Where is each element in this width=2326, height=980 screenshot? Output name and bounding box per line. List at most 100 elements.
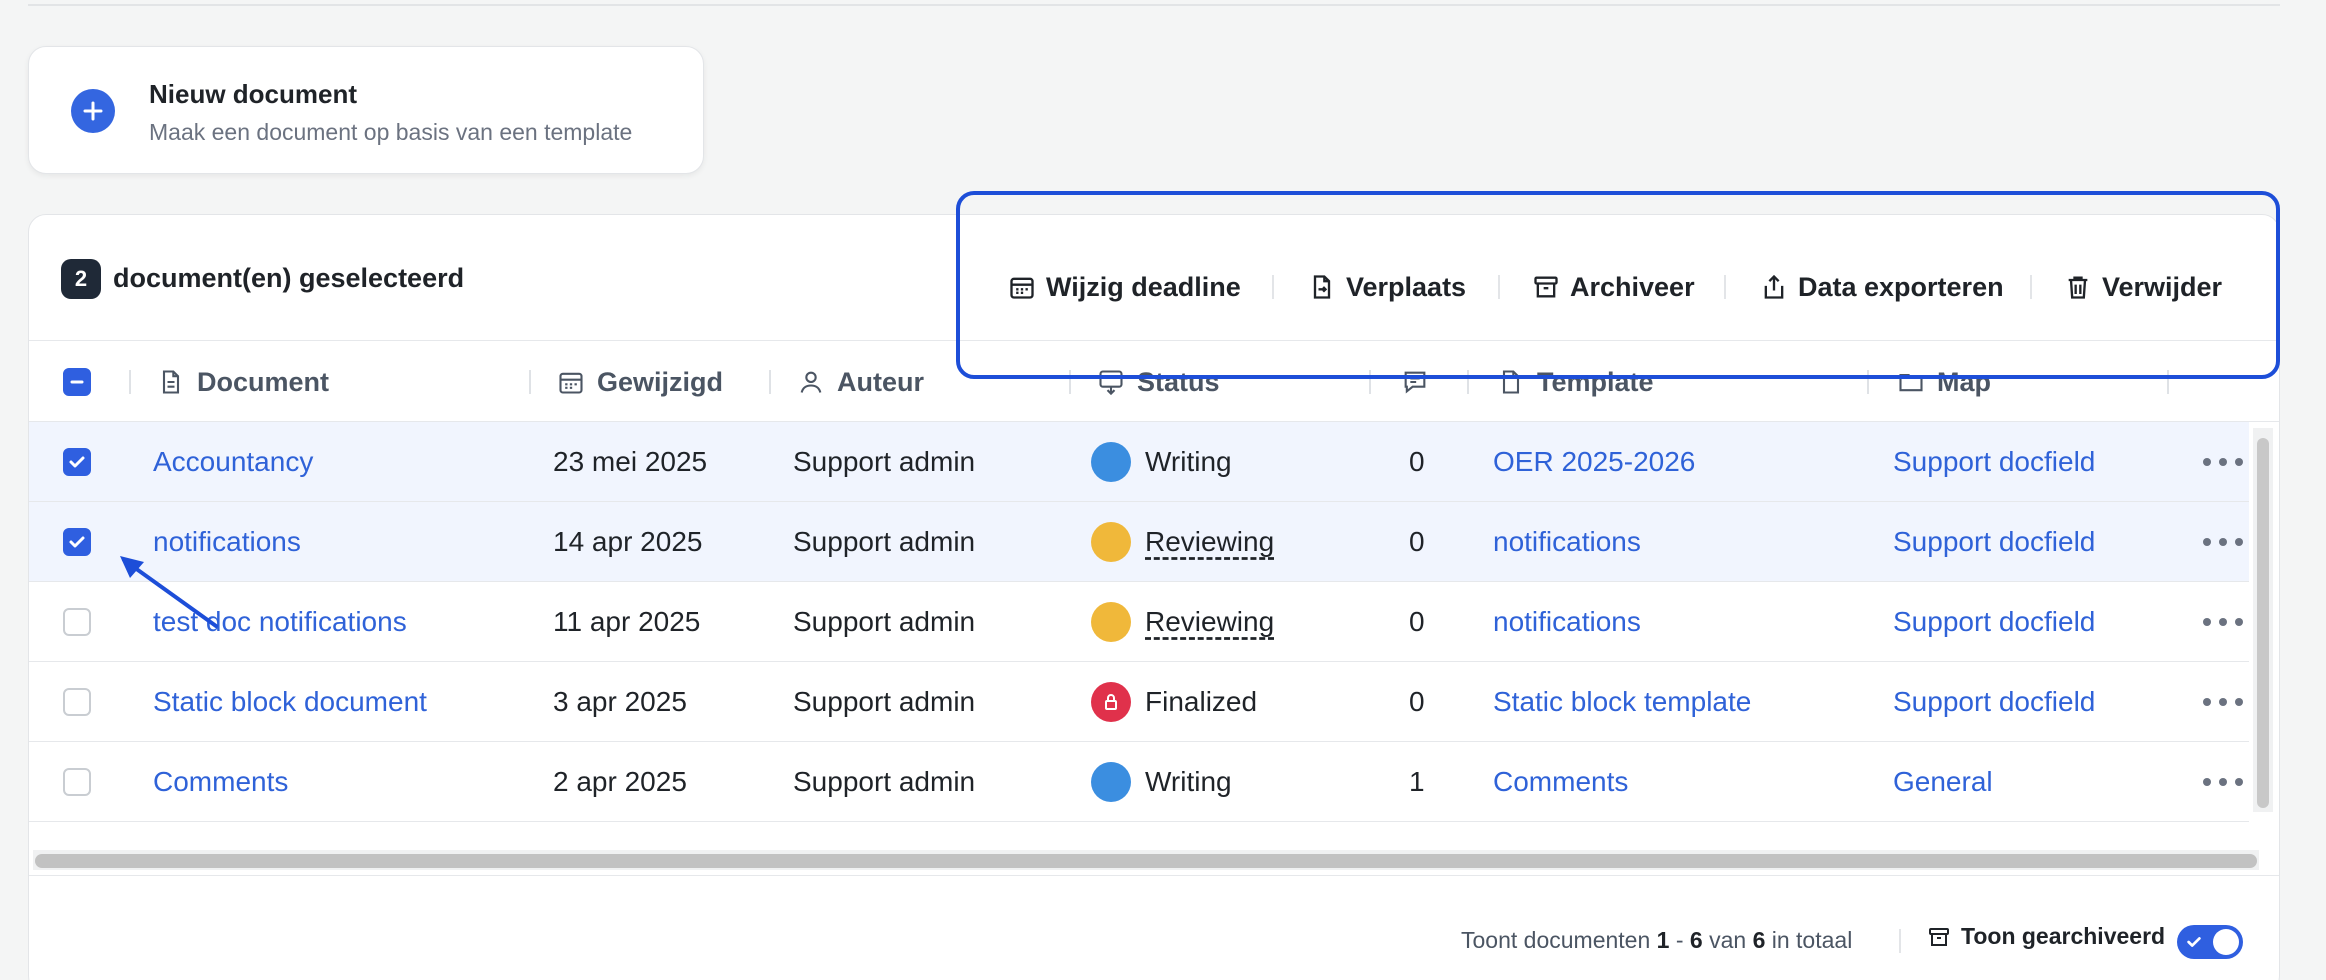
template-link[interactable]: OER 2025-2026	[1493, 422, 1695, 502]
show-archived-text: Toon gearchiveerd	[1961, 923, 2166, 949]
action-separator	[2030, 275, 2032, 299]
footer-separator	[1899, 929, 1901, 953]
trash-icon	[2068, 276, 2088, 299]
show-archived-label: Toon gearchiveerd	[1927, 923, 2165, 950]
modified-date: 23 mei 2025	[553, 446, 708, 477]
author-name: Support admin	[793, 526, 976, 557]
modified-date: 3 apr 2025	[553, 686, 687, 717]
pagination-to: 6	[1689, 927, 1703, 953]
comment-count: 0	[1409, 606, 1425, 637]
modified-date: 2 apr 2025	[553, 766, 687, 797]
show-archived-toggle[interactable]	[2177, 925, 2243, 959]
more-options-icon[interactable]	[2203, 452, 2243, 472]
export-data-button[interactable]: Data exporteren	[1760, 267, 2004, 307]
table-row[interactable]: Accountancy 23 mei 2025 Support admin Writi…	[29, 422, 2249, 502]
comment-count: 1	[1409, 766, 1425, 797]
vertical-scrollbar-thumb[interactable]	[2257, 438, 2269, 808]
table-row[interactable]: test doc notifications 11 apr 2025 Support…	[29, 582, 2249, 662]
document-link[interactable]: Static block document	[153, 662, 427, 742]
horizontal-scrollbar[interactable]	[33, 850, 2259, 870]
more-options-icon[interactable]	[2203, 532, 2243, 552]
selected-count-badge: 2	[61, 259, 101, 299]
document-link[interactable]: Comments	[153, 742, 288, 822]
export-icon	[1764, 274, 1784, 299]
archive-label: Archiveer	[1570, 271, 1695, 302]
template-link[interactable]: Static block template	[1493, 662, 1751, 742]
document-link[interactable]: Accountancy	[153, 422, 313, 502]
modified-date: 14 apr 2025	[553, 526, 703, 557]
template-link[interactable]: Comments	[1493, 742, 1628, 822]
archive-button[interactable]: Archiveer	[1532, 267, 1695, 307]
pagination-of: van	[1709, 927, 1747, 953]
new-document-subtitle: Maak een document op basis van een templ…	[149, 119, 633, 145]
template-link[interactable]: notifications	[1493, 502, 1641, 582]
status-cell: Reviewing	[1091, 582, 1274, 662]
action-separator	[1272, 275, 1274, 299]
status-cell: Writing	[1091, 422, 1232, 502]
status-label: Writing	[1145, 766, 1232, 797]
status-cell: Finalized	[1091, 662, 1257, 742]
move-button[interactable]: Verplaats	[1308, 267, 1466, 307]
row-checkbox[interactable]	[63, 528, 91, 556]
more-options-icon[interactable]	[2203, 692, 2243, 712]
pagination-suffix: in totaal	[1771, 927, 1853, 953]
pagination-total: 6	[1752, 927, 1766, 953]
move-label: Verplaats	[1346, 271, 1467, 302]
modified-date: 11 apr 2025	[553, 606, 701, 637]
template-link[interactable]: notifications	[1493, 582, 1641, 662]
table-row[interactable]: notifications 14 apr 2025 Support admin Rev…	[29, 502, 2249, 582]
pagination-dash: -	[1675, 927, 1684, 953]
more-options-icon[interactable]	[2203, 772, 2243, 792]
column-label-author: Auteur	[837, 366, 924, 397]
column-label-modified: Gewijzigd	[597, 366, 724, 397]
folder-link[interactable]: Support docfield	[1893, 422, 2095, 502]
comment-count: 0	[1409, 526, 1425, 557]
author-name: Support admin	[793, 446, 976, 477]
column-header-modified[interactable]: Gewijzigd	[557, 364, 723, 400]
status-cell: Writing	[1091, 742, 1232, 822]
folder-link[interactable]: General	[1893, 742, 1993, 822]
table-row[interactable]: Comments 2 apr 2025 Support admin Writing 1 C…	[29, 742, 2249, 822]
author-name: Support admin	[793, 766, 976, 797]
row-checkbox[interactable]	[63, 768, 91, 796]
row-checkbox[interactable]	[63, 608, 91, 636]
status-label[interactable]: Reviewing	[1145, 606, 1274, 638]
status-dot-icon	[1091, 762, 1131, 802]
plus-icon	[71, 89, 115, 133]
archive-icon	[1534, 276, 1558, 298]
vertical-scrollbar[interactable]	[2253, 428, 2273, 812]
export-data-label: Data exporteren	[1798, 271, 2004, 302]
delete-button[interactable]: Verwijder	[2064, 267, 2222, 307]
row-checkbox[interactable]	[63, 688, 91, 716]
action-separator	[1724, 275, 1726, 299]
annotation-arrow	[120, 556, 218, 628]
comment-count: 0	[1409, 686, 1425, 717]
status-dot-icon	[1091, 522, 1131, 562]
pagination-prefix: Toont documenten	[1461, 927, 1651, 953]
folder-link[interactable]: Support docfield	[1893, 582, 2095, 662]
file-move-icon	[1313, 275, 1331, 299]
status-label: Finalized	[1145, 686, 1258, 717]
author-name: Support admin	[793, 686, 976, 717]
horizontal-scrollbar-thumb[interactable]	[35, 854, 2257, 868]
top-divider	[28, 4, 2280, 6]
column-header-author[interactable]: Auteur	[797, 364, 924, 400]
new-document-card[interactable]: Nieuw document Maak een document op basi…	[28, 46, 704, 174]
column-divider	[529, 370, 531, 394]
more-options-icon[interactable]	[2203, 612, 2243, 632]
toggle-knob	[2213, 929, 2239, 955]
pagination-summary: Toont documenten 1 - 6 van 6 in totaal	[1461, 927, 1852, 954]
calendar-icon	[559, 372, 583, 394]
change-deadline-button[interactable]: Wijzig deadline	[1008, 267, 1241, 307]
table-row[interactable]: Static block document 3 apr 2025 Support a…	[29, 662, 2249, 742]
select-all-checkbox[interactable]	[63, 368, 91, 396]
column-header-document[interactable]: Document	[157, 364, 329, 400]
row-checkbox[interactable]	[63, 448, 91, 476]
folder-link[interactable]: Support docfield	[1893, 502, 2095, 582]
status-cell: Reviewing	[1091, 502, 1274, 582]
selected-count-label: document(en) geselecteerd	[113, 263, 465, 293]
author-name: Support admin	[793, 606, 976, 637]
lock-icon	[1091, 682, 1131, 722]
status-label[interactable]: Reviewing	[1145, 526, 1274, 558]
folder-link[interactable]: Support docfield	[1893, 662, 2095, 742]
